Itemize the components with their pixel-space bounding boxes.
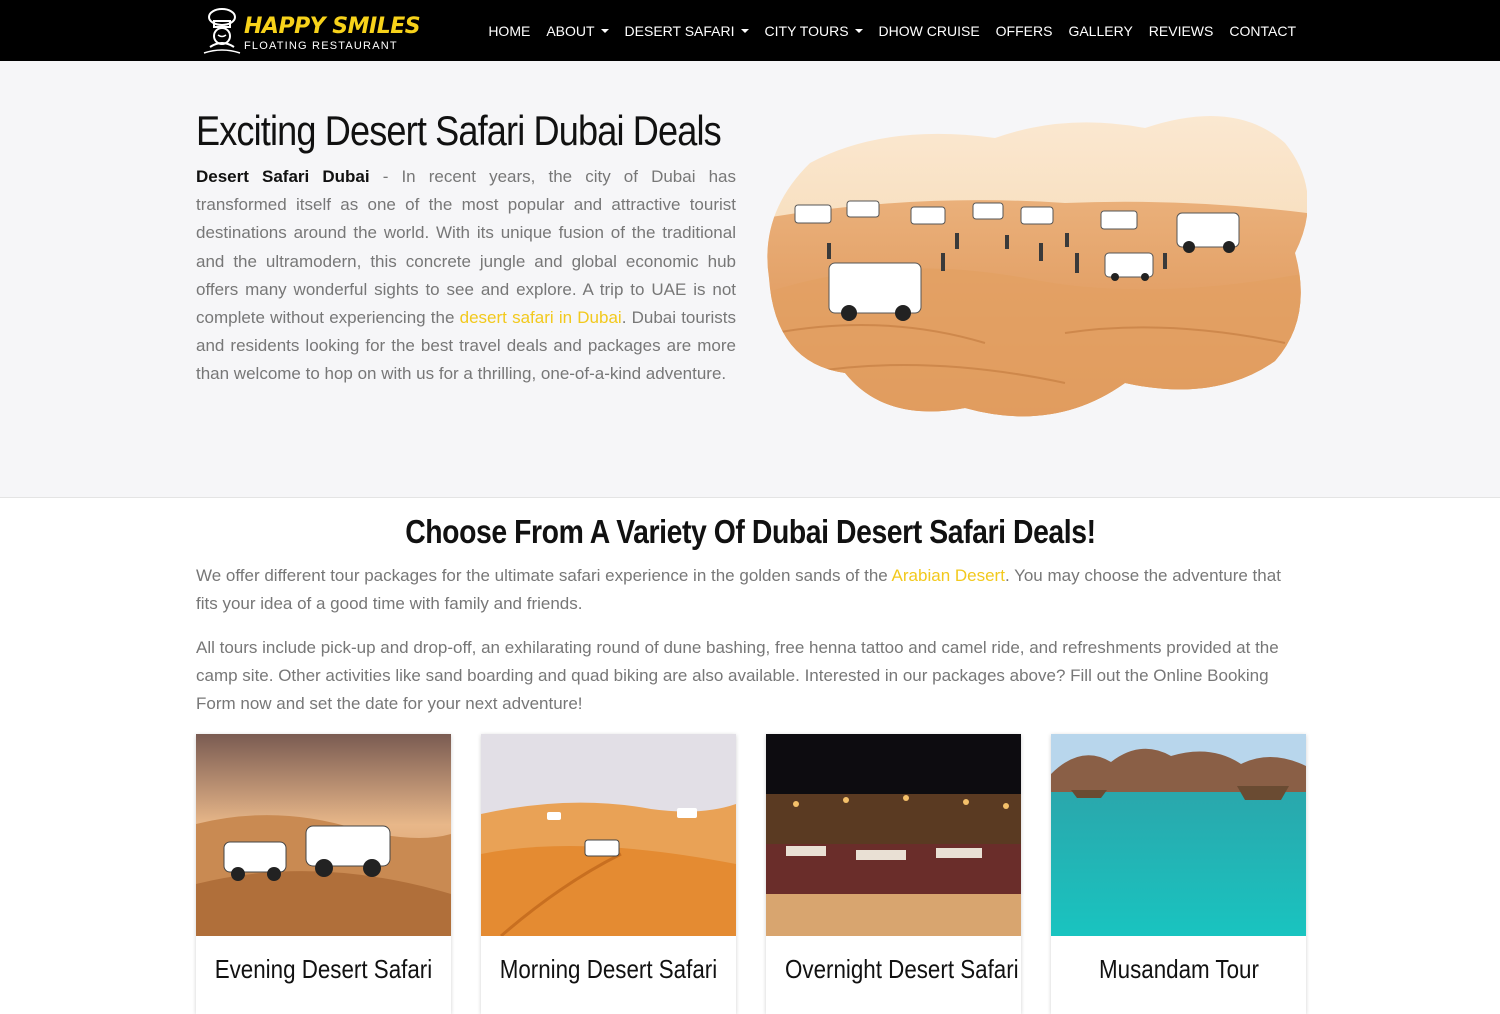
nav-item-dhow-cruise[interactable]: DHOW CRUISE	[871, 23, 988, 39]
deals-title-text: Choose From A Variety Of Dubai Desert Sa…	[404, 513, 1096, 550]
nav-item-label: DHOW CRUISE	[878, 22, 980, 39]
brand-subtitle: FLOATING RESTAURANT	[244, 40, 398, 52]
brand-logo[interactable]: HAPPY SMILES FLOATING RESTAURANT	[198, 5, 424, 57]
card-title: Musandam Tour	[1051, 954, 1306, 985]
chef-hat-icon	[203, 8, 241, 54]
card-title-text: Overnight Desert Safari	[785, 954, 1019, 984]
card-title-text: Musandam Tour	[1098, 954, 1259, 984]
nav-item-reviews[interactable]: REVIEWS	[1141, 23, 1222, 39]
card-title-text: Morning Desert Safari	[499, 954, 718, 984]
desert-safari-link[interactable]: desert safari in Dubai	[460, 308, 622, 327]
card-overnight-desert-safari[interactable]: Overnight Desert Safari	[766, 734, 1021, 1014]
nav-item-label: ABOUT	[546, 22, 595, 39]
card-title: Evening Desert Safari	[196, 954, 451, 985]
nav-item-offers[interactable]: OFFERS	[988, 23, 1061, 39]
main-nav: HOME ABOUT DESERT SAFARI CITY TOURS DHOW CRU…	[480, 0, 1304, 61]
nav-item-label: CONTACT	[1229, 22, 1296, 39]
card-evening-desert-safari[interactable]: Evening Desert Safari	[196, 734, 451, 1014]
hero-title: Exciting Desert Safari Dubai Deals	[196, 107, 722, 154]
navbar: HAPPY SMILES FLOATING RESTAURANT HOME ABO…	[0, 0, 1500, 61]
hero-paragraph: Desert Safari Dubai - In recent years, t…	[196, 163, 736, 389]
nav-item-gallery[interactable]: GALLERY	[1060, 23, 1140, 39]
hero-lead: Desert Safari Dubai	[196, 167, 370, 186]
caret-down-icon	[600, 28, 609, 33]
nav-item-home[interactable]: HOME	[480, 23, 538, 39]
card-title-text: Evening Desert Safari	[214, 954, 433, 984]
overnight-safari-image	[766, 734, 1021, 936]
deals-intro-paragraph: We offer different tour packages for the…	[196, 562, 1306, 618]
nav-item-desert-safari[interactable]: DESERT SAFARI	[617, 23, 757, 39]
card-title: Morning Desert Safari	[481, 954, 736, 985]
nav-item-about[interactable]: ABOUT	[538, 23, 616, 39]
hero-desert-safari-image	[767, 116, 1307, 417]
hero-text-part: - In recent years, the city of Dubai has…	[196, 167, 736, 328]
deals-text-part: We offer different tour packages for the…	[196, 566, 892, 585]
deals-title: Choose From A Variety Of Dubai Desert Sa…	[0, 513, 1500, 551]
nav-item-contact[interactable]: CONTACT	[1221, 23, 1304, 39]
card-morning-desert-safari[interactable]: Morning Desert Safari	[481, 734, 736, 1014]
caret-down-icon	[854, 28, 863, 33]
nav-item-label: OFFERS	[995, 22, 1053, 39]
evening-safari-image	[196, 734, 451, 936]
nav-item-label: HOME	[488, 22, 531, 39]
arabian-desert-link[interactable]: Arabian Desert	[892, 566, 1005, 585]
nav-item-city-tours[interactable]: CITY TOURS	[757, 23, 871, 39]
caret-down-icon	[740, 28, 749, 33]
deals-info-paragraph: All tours include pick-up and drop-off, …	[196, 638, 1279, 713]
musandam-tour-image	[1051, 734, 1306, 936]
card-title: Overnight Desert Safari	[766, 954, 1021, 985]
hero-section: Exciting Desert Safari Dubai Deals Deser…	[0, 61, 1500, 498]
card-musandam-tour[interactable]: Musandam Tour	[1051, 734, 1306, 1014]
tour-cards: Evening Desert Safari Morning Desert Saf…	[196, 734, 1306, 1014]
nav-item-label: CITY TOURS	[764, 22, 849, 39]
brand-title: HAPPY SMILES	[244, 14, 421, 39]
nav-item-label: DESERT SAFARI	[624, 22, 735, 39]
morning-safari-image	[481, 734, 736, 936]
nav-item-label: GALLERY	[1068, 22, 1133, 39]
nav-item-label: REVIEWS	[1148, 22, 1214, 39]
